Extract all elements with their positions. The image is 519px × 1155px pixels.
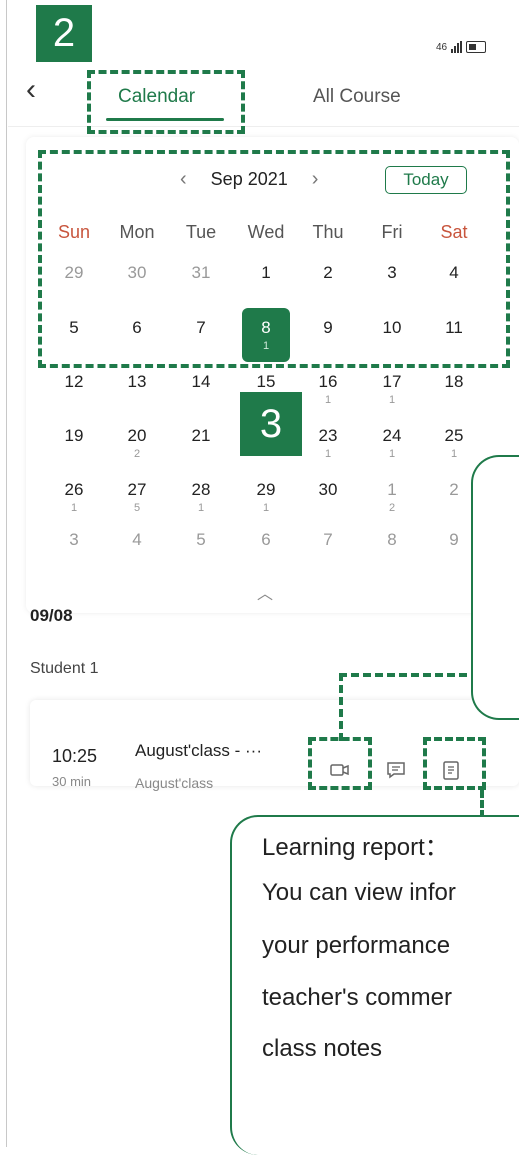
day-number: 1 [387, 480, 397, 499]
back-icon[interactable]: ‹ [26, 75, 36, 105]
day-number: 12 [64, 372, 84, 391]
lesson-time: 10:25 [52, 746, 98, 766]
tab-highlight-box [87, 70, 245, 134]
calendar-day[interactable]: 23 1 [298, 426, 358, 460]
day-lesson-count: 1 [388, 448, 396, 460]
learning-report-callout: Learning report： You can view infor your… [230, 815, 519, 1155]
lesson-subtitle: August'class [135, 775, 214, 791]
day-lesson-count: 1 [197, 502, 205, 514]
callout-line-2: You can view infor [262, 879, 456, 906]
day-lesson-count: 1 [388, 394, 396, 406]
signal-icon [451, 41, 463, 53]
calendar-day[interactable]: 25 1 [424, 426, 484, 460]
calendar-highlight-box [38, 150, 510, 368]
frame-border [6, 0, 7, 1147]
calendar-day[interactable]: 8 [362, 530, 422, 550]
day-lesson-count: 2 [133, 448, 141, 460]
calendar-day[interactable]: 14 [171, 372, 231, 392]
calendar-day[interactable]: 19 [44, 426, 104, 446]
video-connector [339, 673, 343, 741]
student-name: Student 1 [30, 660, 99, 677]
lesson-duration: 30 min [52, 774, 92, 789]
calendar-day[interactable]: 27 5 [107, 480, 167, 514]
status-bar: 46 [436, 41, 487, 53]
network-label: 46 [436, 41, 448, 53]
callout-line-5: class notes [262, 1035, 383, 1062]
report-highlight-box [423, 737, 486, 790]
day-number: 13 [127, 372, 147, 391]
day-number: 6 [261, 530, 271, 549]
video-connector-h [339, 673, 479, 677]
day-number: 2 [449, 480, 459, 499]
calendar-day[interactable]: 28 1 [171, 480, 231, 514]
day-lesson-count: 1 [324, 394, 332, 406]
battery-icon [466, 41, 487, 53]
day-lesson-count: 2 [388, 502, 396, 514]
day-number: 18 [444, 372, 464, 391]
day-number: 20 [127, 426, 147, 445]
day-lesson-count: 1 [262, 502, 270, 514]
step-3-marker: 3 [240, 392, 302, 456]
day-number: 29 [256, 480, 276, 499]
day-number: 7 [323, 530, 333, 549]
calendar-day[interactable]: 16 1 [298, 372, 358, 406]
day-lesson-count: 1 [70, 502, 78, 514]
calendar-day[interactable]: 13 [107, 372, 167, 392]
day-number: 17 [382, 372, 402, 391]
day-number: 4 [132, 530, 142, 549]
schedule-date: 09/08 [30, 606, 73, 625]
report-connector [480, 790, 484, 818]
callout-line-4: teacher's commer [262, 984, 452, 1011]
calendar-day[interactable]: 20 2 [107, 426, 167, 460]
calendar-day[interactable]: 18 [424, 372, 484, 392]
calendar-day[interactable]: 15 [236, 372, 296, 392]
calendar-day[interactable]: 12 [362, 480, 422, 514]
calendar-day[interactable]: 24 1 [362, 426, 422, 460]
calendar-day[interactable]: 7 [298, 530, 358, 550]
day-lesson-count: 5 [133, 502, 141, 514]
calendar-day[interactable]: 6 [236, 530, 296, 550]
day-number: 28 [191, 480, 211, 499]
day-number: 16 [318, 372, 338, 391]
tab-all-course[interactable]: All Course [313, 86, 401, 108]
day-number: 8 [387, 530, 397, 549]
header-divider [8, 126, 519, 127]
callout-line-3: your performance [262, 932, 451, 959]
day-number: 25 [444, 426, 464, 445]
lesson-title: August'class - ··· [135, 741, 262, 760]
day-number: 27 [127, 480, 147, 499]
callout-line-1: Learning report： [262, 834, 449, 861]
day-number: 5 [196, 530, 206, 549]
calendar-day[interactable]: 21 [171, 426, 231, 446]
calendar-day[interactable]: 29 1 [236, 480, 296, 514]
day-lesson-count: 1 [324, 448, 332, 460]
day-number: 15 [256, 372, 276, 391]
step-2-marker: 2 [36, 5, 92, 62]
day-number: 3 [69, 530, 79, 549]
calendar-day[interactable]: 30 [298, 480, 358, 500]
day-number: 9 [449, 530, 459, 549]
day-number: 23 [318, 426, 338, 445]
day-number: 26 [64, 480, 84, 499]
calendar-day[interactable]: 5 [171, 530, 231, 550]
calendar-day[interactable]: 17 1 [362, 372, 422, 406]
day-number: 30 [318, 480, 338, 499]
collapse-calendar-icon[interactable]: ︿ [257, 580, 273, 604]
calendar-day[interactable]: 3 [44, 530, 104, 550]
day-lesson-count: 1 [450, 448, 458, 460]
video-callout [471, 455, 519, 720]
calendar-day[interactable]: 4 [107, 530, 167, 550]
day-number: 24 [382, 426, 402, 445]
day-number: 19 [64, 426, 84, 445]
video-highlight-box [308, 737, 372, 790]
comment-icon[interactable] [385, 759, 407, 781]
calendar-day[interactable]: 26 1 [44, 480, 104, 514]
day-number: 14 [191, 372, 211, 391]
day-number: 21 [191, 426, 211, 445]
calendar-day[interactable]: 12 [44, 372, 104, 392]
